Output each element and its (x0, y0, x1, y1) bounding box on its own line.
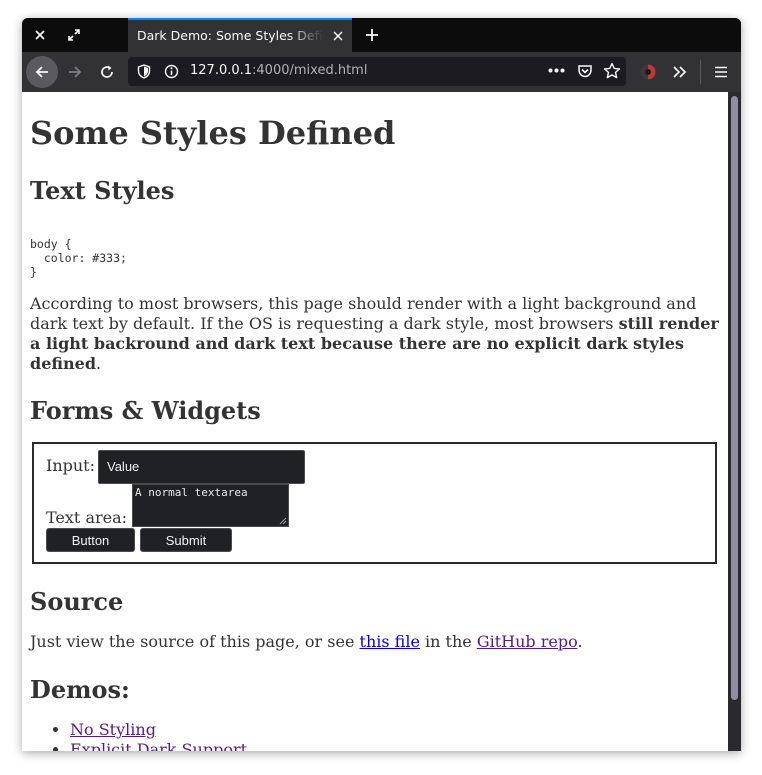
demos-list: No Styling Explicit Dark Support (30, 720, 247, 751)
info-icon[interactable] (164, 64, 179, 79)
forms-heading: Forms & Widgets (30, 396, 261, 425)
extension-icon (640, 64, 656, 80)
scrollbar-thumb[interactable] (731, 96, 738, 700)
toolbar-separator (700, 60, 701, 84)
input-label: Input: (46, 456, 95, 475)
expand-icon (68, 29, 80, 41)
back-button[interactable] (26, 56, 58, 88)
code-block: body { color: #333; } (30, 237, 127, 279)
textarea-label: Text area: (46, 508, 128, 527)
tab-strip: Dark Demo: Some Styles Defined (22, 18, 741, 52)
demo-link-explicit-dark[interactable]: Explicit Dark Support (70, 740, 247, 751)
source-heading: Source (30, 587, 124, 616)
plus-icon (366, 29, 378, 41)
arrow-right-icon (69, 66, 82, 78)
close-window-button[interactable] (23, 18, 57, 52)
demos-heading: Demos: (30, 675, 130, 704)
github-repo-link[interactable]: GitHub repo (477, 632, 578, 651)
url-text[interactable]: 127.0.0.1:4000/mixed.html (190, 63, 367, 78)
textarea-field[interactable]: A normal textarea (132, 484, 289, 527)
extension-button[interactable] (632, 56, 664, 88)
demo-link-no-styling[interactable]: No Styling (70, 720, 156, 739)
code-line: } (30, 265, 37, 279)
url-bar[interactable]: 127.0.0.1:4000/mixed.html (128, 57, 626, 86)
list-item: Explicit Dark Support (70, 740, 247, 751)
pocket-icon[interactable] (577, 63, 593, 79)
new-tab-button[interactable] (355, 18, 389, 52)
code-line: color: #333; (30, 251, 127, 265)
url-host: 127.0.0.1 (190, 63, 253, 78)
scrollbar[interactable] (728, 92, 741, 751)
active-tab[interactable]: Dark Demo: Some Styles Defined (128, 18, 352, 52)
form-fieldset: Input: Value Text area: A normal textare… (32, 442, 717, 564)
close-icon (333, 31, 343, 41)
star-icon[interactable] (603, 62, 621, 80)
resize-grip-icon[interactable] (278, 516, 287, 525)
page-title: Some Styles Defined (30, 114, 396, 152)
page-content: Some Styles Defined Text Styles body { c… (22, 92, 728, 751)
code-line: body { (30, 237, 72, 251)
submit-button[interactable]: Submit (140, 528, 232, 552)
source-paragraph: Just view the source of this page, or se… (30, 632, 583, 651)
close-icon (35, 30, 45, 40)
text-styles-heading: Text Styles (30, 176, 175, 205)
hamburger-menu-button[interactable] (705, 56, 737, 88)
textarea-text: A normal textarea (135, 486, 248, 499)
this-file-link[interactable]: this file (360, 632, 420, 651)
reload-icon (101, 65, 113, 78)
url-path: :4000/mixed.html (252, 63, 368, 78)
text-input[interactable]: Value (98, 450, 305, 484)
list-item: No Styling (70, 720, 247, 740)
forward-button[interactable] (59, 56, 91, 88)
overflow-menu-button[interactable] (664, 56, 696, 88)
description-paragraph: According to most browsers, this page sh… (30, 294, 719, 373)
button-button[interactable]: Button (46, 528, 135, 552)
shield-icon (137, 64, 151, 79)
more-icon[interactable] (548, 68, 565, 73)
double-chevron-right-icon (673, 66, 687, 78)
description-text: According to most browsers, this page sh… (30, 294, 697, 333)
hamburger-icon (715, 66, 727, 78)
navigation-toolbar: 127.0.0.1:4000/mixed.html (22, 52, 741, 92)
tab-close-button[interactable] (327, 24, 349, 48)
browser-window: Dark Demo: Some Styles Defined 127.0.0.1… (22, 18, 741, 751)
maximize-window-button[interactable] (57, 18, 91, 52)
reload-button[interactable] (91, 56, 123, 88)
arrow-left-icon (35, 66, 48, 78)
